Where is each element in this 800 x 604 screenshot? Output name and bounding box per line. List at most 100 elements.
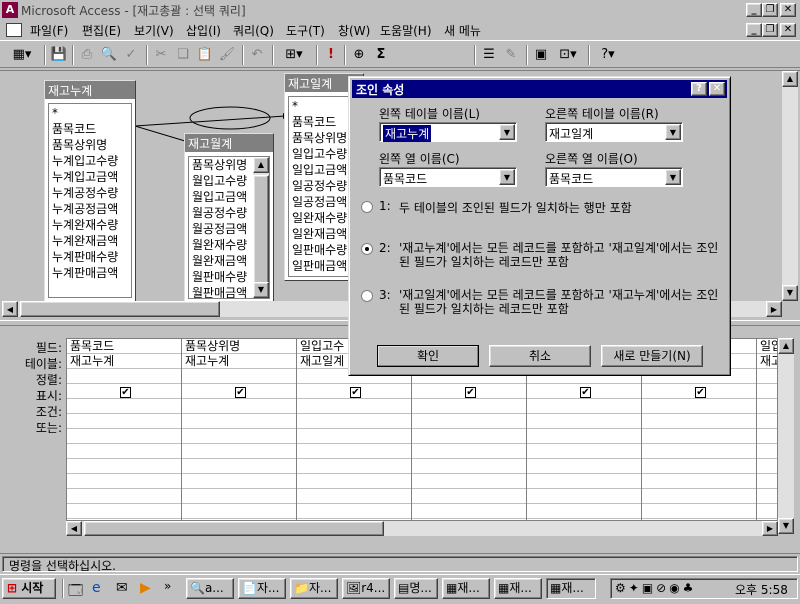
grid-or-cell[interactable] <box>527 414 641 429</box>
undo-icon[interactable]: ↶ <box>246 44 268 66</box>
left-column-select[interactable]: 품목코드 ▼ <box>379 167 517 187</box>
grid-criteria-cell[interactable] <box>67 399 181 414</box>
field-list-jaegowolgye[interactable]: 재고월계 품목상위명 월입고수량 월입고금액 월공정수량 월공정금액 월완재수량 월완재금액… <box>184 133 274 303</box>
field-list-item[interactable]: 품목상위명 <box>49 137 131 153</box>
grid-or-cell[interactable] <box>67 414 181 429</box>
scroll-thumb[interactable] <box>253 175 269 285</box>
spelling-icon[interactable]: ✓ <box>120 44 142 66</box>
outlook-icon[interactable]: ✉ <box>116 580 128 596</box>
grid-criteria-cell[interactable] <box>182 399 296 414</box>
join-option-3[interactable]: 3: '재고일계'에서는 모든 레코드를 포함하고 '재고누계'에서는 조인된 … <box>361 287 721 317</box>
build-icon[interactable]: ✎ <box>500 44 522 66</box>
field-list-item[interactable]: 품목상위명 <box>189 157 253 173</box>
doc-close-button[interactable]: ✕ <box>780 23 796 37</box>
chevron-down-icon[interactable]: ▼ <box>665 169 681 185</box>
grid-criteria-cell[interactable] <box>642 399 756 414</box>
new-join-button[interactable]: 새로 만들기(N) <box>601 345 703 367</box>
taskbar-button[interactable]: 📄자... <box>238 578 286 599</box>
format-painter-icon[interactable]: 🖌 <box>216 44 238 66</box>
media-player-icon[interactable]: ▶ <box>140 580 151 596</box>
grid-or-cell[interactable] <box>642 414 756 429</box>
taskbar-button[interactable]: 📁자... <box>290 578 338 599</box>
menu-view[interactable]: 보기(V) <box>134 22 174 39</box>
view-icon[interactable]: ▦▾ <box>4 44 40 66</box>
field-list-item[interactable]: 누계공정금액 <box>49 201 131 217</box>
grid-or-cell[interactable] <box>182 414 296 429</box>
grid-empty-cell[interactable] <box>757 444 777 459</box>
grid-field-cell[interactable]: 일입 <box>757 339 777 354</box>
grid-empty-cell[interactable] <box>642 474 756 489</box>
scroll-down-icon[interactable]: ▼ <box>253 282 269 298</box>
menu-file[interactable]: 파일(F) <box>30 22 68 39</box>
grid-empty-cell[interactable] <box>67 504 181 519</box>
menu-window[interactable]: 창(W) <box>338 22 370 39</box>
grid-empty-cell[interactable] <box>412 474 526 489</box>
grid-table-cell[interactable]: 재고누계 <box>182 354 296 369</box>
grid-empty-cell[interactable] <box>527 474 641 489</box>
properties-icon[interactable]: ☰ <box>478 44 500 66</box>
field-list-title[interactable]: 재고월계 <box>185 134 273 152</box>
grid-empty-cell[interactable] <box>757 504 777 519</box>
menu-new-menu[interactable]: 새 메뉴 <box>444 22 481 39</box>
field-list-title[interactable]: 재고누계 <box>45 81 135 99</box>
chevron-down-icon[interactable]: ▼ <box>499 124 515 140</box>
grid-empty-cell[interactable] <box>412 444 526 459</box>
show-table-icon[interactable]: ⊕ <box>348 44 370 66</box>
grid-empty-cell[interactable] <box>297 459 411 474</box>
grid-empty-cell[interactable] <box>412 489 526 504</box>
field-list-item[interactable]: 월입고수량 <box>189 173 253 189</box>
left-table-select[interactable]: 재고누계 ▼ <box>379 122 517 142</box>
grid-empty-cell[interactable] <box>297 474 411 489</box>
print-preview-icon[interactable]: 🔍 <box>98 44 120 66</box>
show-desktop-icon[interactable]: 🗔 <box>68 580 83 604</box>
ok-button[interactable]: 확인 <box>377 345 479 367</box>
field-list-item[interactable]: * <box>49 105 131 121</box>
radio-option-2[interactable] <box>361 243 373 255</box>
print-icon[interactable]: ⎙ <box>76 44 98 66</box>
scroll-left-icon[interactable]: ◀ <box>2 301 18 317</box>
field-list-item[interactable]: 누계입고금액 <box>49 169 131 185</box>
close-icon[interactable]: ✕ <box>709 82 725 96</box>
grid-table-cell[interactable]: 재고 <box>757 354 777 369</box>
field-list-item[interactable]: 누계판매수량 <box>49 249 131 265</box>
grid-empty-cell[interactable] <box>527 444 641 459</box>
scroll-thumb[interactable] <box>20 301 220 317</box>
menu-insert[interactable]: 삽입(I) <box>186 22 221 39</box>
grid-empty-cell[interactable] <box>412 459 526 474</box>
taskbar-button[interactable]: ▦재... <box>494 578 542 599</box>
grid-empty-cell[interactable] <box>67 474 181 489</box>
grid-column[interactable]: 품목상위명 재고누계 ✔ <box>182 339 297 533</box>
grid-empty-cell[interactable] <box>642 444 756 459</box>
taskbar-button[interactable]: ▦재... <box>546 578 596 599</box>
grid-criteria-cell[interactable] <box>757 399 777 414</box>
field-list-item[interactable]: 월판매수량 <box>189 269 253 285</box>
query-type-icon[interactable]: ⊞▾ <box>276 44 312 66</box>
grid-empty-cell[interactable] <box>757 429 777 444</box>
field-list-item[interactable]: 누계완재수량 <box>49 217 131 233</box>
field-list-jaegonugye[interactable]: 재고누계 * 품목코드 품목상위명 누계입고수량 누계입고금액 누계공정수량 누계공정금액 누… <box>44 80 136 302</box>
scroll-right-icon[interactable]: ▶ <box>766 301 782 317</box>
grid-criteria-cell[interactable] <box>412 399 526 414</box>
grid-empty-cell[interactable] <box>67 429 181 444</box>
field-list-item[interactable]: 누계입고수량 <box>49 153 131 169</box>
field-list-item[interactable]: 누계공정수량 <box>49 185 131 201</box>
grid-empty-cell[interactable] <box>412 504 526 519</box>
cancel-button[interactable]: 취소 <box>489 345 591 367</box>
save-icon[interactable]: 💾 <box>48 44 70 66</box>
scroll-down-icon[interactable]: ▼ <box>778 518 794 534</box>
scroll-up-icon[interactable]: ▲ <box>253 157 269 173</box>
scroll-right-icon[interactable]: ▶ <box>762 521 778 536</box>
grid-empty-cell[interactable] <box>297 504 411 519</box>
join-option-1[interactable]: 1: 두 테이블의 조인된 필드가 일치하는 행만 포함 <box>361 198 721 228</box>
restore-button[interactable]: ❐ <box>762 3 778 17</box>
grid-sort-cell[interactable] <box>757 369 777 384</box>
grid-empty-cell[interactable] <box>757 489 777 504</box>
grid-sort-cell[interactable] <box>67 369 181 384</box>
grid-show-cell[interactable]: ✔ <box>182 384 296 399</box>
table-pane-vscroll[interactable]: ▲ ▼ <box>782 71 798 301</box>
quick-launch-more-icon[interactable]: » <box>164 579 171 593</box>
taskbar-button[interactable]: 🔍a... <box>186 578 234 599</box>
grid-field-cell[interactable]: 품목코드 <box>67 339 181 354</box>
grid-show-cell[interactable]: ✔ <box>412 384 526 399</box>
field-list-item[interactable]: 품목코드 <box>49 121 131 137</box>
